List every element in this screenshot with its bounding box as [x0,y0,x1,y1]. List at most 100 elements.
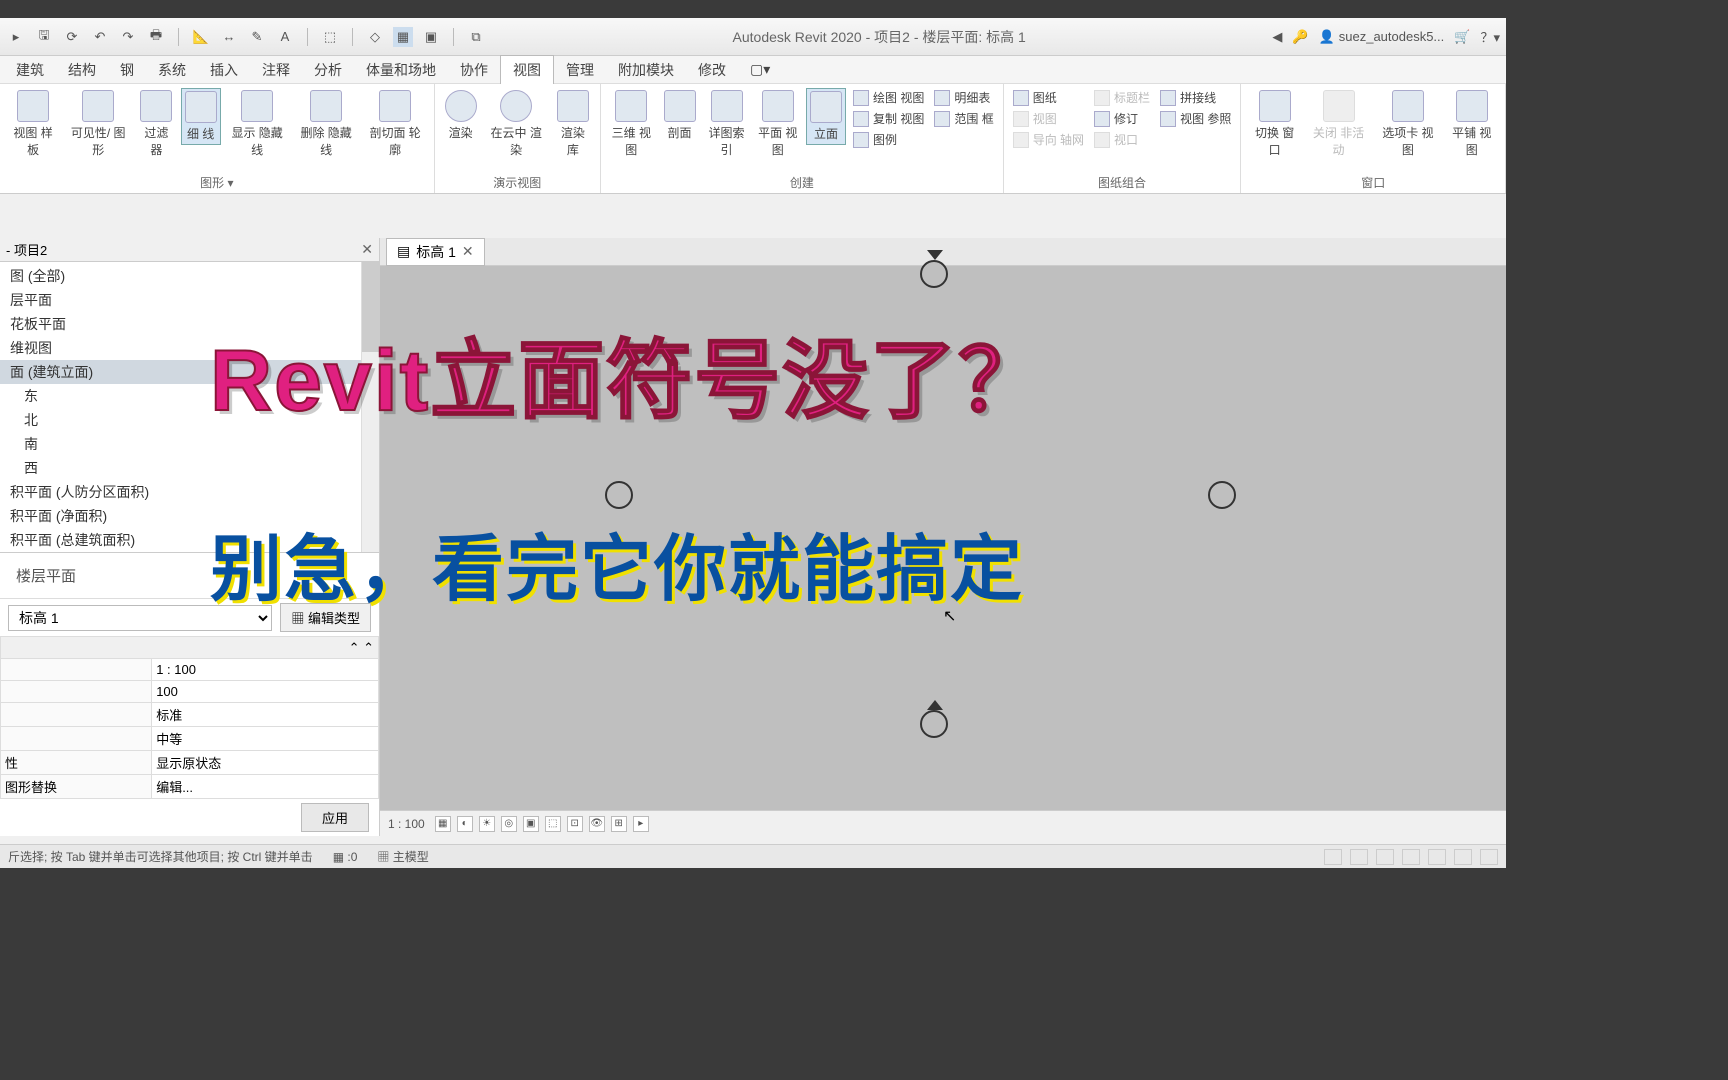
close-inactive-button[interactable]: 关闭 非活动 [1306,88,1371,160]
menu-steel[interactable]: 钢 [108,56,146,84]
sb-icon-5[interactable] [1428,849,1446,865]
sb-icon-1[interactable] [1324,849,1342,865]
sheet-button[interactable]: 图纸 [1010,88,1087,107]
menu-insert[interactable]: 插入 [198,56,250,84]
filters-button[interactable]: 过滤器 [136,88,176,160]
status-worksets[interactable]: ▦ :0 [333,850,358,864]
plan-view-button[interactable]: 平面 视图 [753,88,802,160]
menu-systems[interactable]: 系统 [146,56,198,84]
vc-unhide-icon[interactable]: 👁 [589,816,605,832]
sync-icon[interactable]: ⟳ [62,27,82,47]
menu-dropdown-icon[interactable]: ▢▾ [738,57,782,82]
save-icon[interactable]: 🖫 [34,27,54,47]
view-reference-button[interactable]: 视图 参照 [1157,109,1234,128]
elevation-marker-south[interactable] [920,710,948,738]
menu-annotate[interactable]: 注释 [250,56,302,84]
schedule-button[interactable]: 明细表 [931,88,996,107]
menu-manage[interactable]: 管理 [554,56,606,84]
tree-item[interactable]: 面 (建筑立面) [0,360,379,384]
revit-menu-icon[interactable]: ▸ [6,27,26,47]
menu-analyze[interactable]: 分析 [302,56,354,84]
menu-massing[interactable]: 体量和场地 [354,56,448,84]
dim-icon[interactable]: ↔ [219,27,239,47]
nav-left-icon[interactable]: ◀ [1272,29,1282,45]
revision-button[interactable]: 修订 [1091,109,1153,128]
switch-windows-button[interactable]: 切换 窗口 [1247,88,1301,160]
callout-button[interactable]: 详图索引 [704,88,750,160]
keyword-icon[interactable]: 🔑 [1292,29,1308,45]
section-icon[interactable]: ◇ [365,27,385,47]
scale-display[interactable]: 1 : 100 [388,817,425,831]
show-hidden-button[interactable]: 显示 隐藏线 [225,88,290,160]
vc-crop-show-icon[interactable]: ⊡ [567,816,583,832]
render-button[interactable]: 渲染 [441,88,481,143]
sb-icon-6[interactable] [1454,849,1472,865]
close-hidden-icon[interactable]: ▣ [421,27,441,47]
legend-button[interactable]: 图例 [850,130,927,149]
thinline-icon[interactable]: ▦ [393,27,413,47]
menu-collaborate[interactable]: 协作 [448,56,500,84]
tile-views-button[interactable]: 平铺 视图 [1445,88,1499,160]
type-selector[interactable]: 标高 1 [8,605,272,631]
switch-icon[interactable]: ⧉ [466,27,486,47]
properties-grid[interactable]: ⌃ ⌃1 : 100100标准中等性显示原状态图形替换编辑... [0,636,379,799]
measure-icon[interactable]: 📐 [191,27,211,47]
prop-value[interactable]: 1 : 100 [152,659,379,681]
elevation-marker-north[interactable] [920,260,948,288]
close-icon[interactable]: ✕ [361,241,373,258]
apply-button[interactable]: 应用 [301,803,369,832]
sb-icon-2[interactable] [1350,849,1368,865]
section-button[interactable]: 剖面 [660,88,700,143]
sb-icon-3[interactable] [1376,849,1394,865]
print-icon[interactable]: 🖶 [146,27,166,47]
cut-profile-button[interactable]: 剖切面 轮廓 [363,88,428,160]
duplicate-view-button[interactable]: 复制 视图 [850,109,927,128]
vc-shadow-icon[interactable]: ◎ [501,816,517,832]
elevation-marker-west[interactable] [605,481,633,509]
tree-item[interactable]: 维视图 [0,336,379,360]
menu-addins[interactable]: 附加模块 [606,56,686,84]
vc-detail-icon[interactable]: ▦ [435,816,451,832]
tree-item[interactable]: 积平面 (人防分区面积) [0,480,379,504]
vc-style-icon[interactable]: ◐ [457,816,473,832]
user-account[interactable]: 👤 suez_autodesk5... [1319,29,1445,45]
vc-analytic-icon[interactable]: ▸ [633,816,649,832]
view-tab[interactable]: ▤ 标高 1 ✕ [386,238,485,266]
tab-views-button[interactable]: 选项卡 视图 [1375,88,1440,160]
menu-architecture[interactable]: 建筑 [4,56,56,84]
undo-icon[interactable]: ↶ [90,27,110,47]
drawing-canvas[interactable]: ↖ [380,266,1506,810]
tree-item[interactable]: 层平面 [0,288,379,312]
menu-view[interactable]: 视图 [500,55,554,84]
elevation-marker-east[interactable] [1208,481,1236,509]
prop-value[interactable]: 100 [152,681,379,703]
status-design-options[interactable]: ▦ 主模型 [377,848,428,865]
render-gallery-button[interactable]: 渲染 库 [552,88,594,160]
help-icon[interactable]: ？▾ [1480,27,1500,46]
tree-item[interactable]: 花板平面 [0,312,379,336]
prop-value[interactable]: 编辑... [152,775,379,799]
tag-icon[interactable]: ✎ [247,27,267,47]
prop-value[interactable]: 中等 [152,727,379,751]
project-browser-tree[interactable]: 图 (全部)层平面花板平面维视图面 (建筑立面)东北南西积平面 (人防分区面积)… [0,262,379,552]
sb-filter-icon[interactable] [1480,849,1498,865]
close-tab-icon[interactable]: ✕ [462,243,474,260]
vc-render-icon[interactable]: ▣ [523,816,539,832]
sb-icon-4[interactable] [1402,849,1420,865]
tree-item[interactable]: 北 [0,408,379,432]
scrollbar[interactable] [361,262,379,552]
menu-structure[interactable]: 结构 [56,56,108,84]
redo-icon[interactable]: ↷ [118,27,138,47]
tree-item[interactable]: 积平面 (净面积) [0,504,379,528]
3d-icon[interactable]: ⬚ [320,27,340,47]
vc-sun-icon[interactable]: ☀ [479,816,495,832]
tree-item[interactable]: 西 [0,456,379,480]
edit-type-button[interactable]: ▦ 编辑类型 [280,603,371,632]
3d-view-button[interactable]: 三维 视图 [607,88,656,160]
prop-value[interactable]: 标准 [152,703,379,727]
remove-hidden-button[interactable]: 删除 隐藏线 [294,88,359,160]
vc-crop-icon[interactable]: ⬚ [545,816,561,832]
render-cloud-button[interactable]: 在云中 渲染 [485,88,548,160]
menu-modify[interactable]: 修改 [686,56,738,84]
prop-value[interactable]: 显示原状态 [152,751,379,775]
